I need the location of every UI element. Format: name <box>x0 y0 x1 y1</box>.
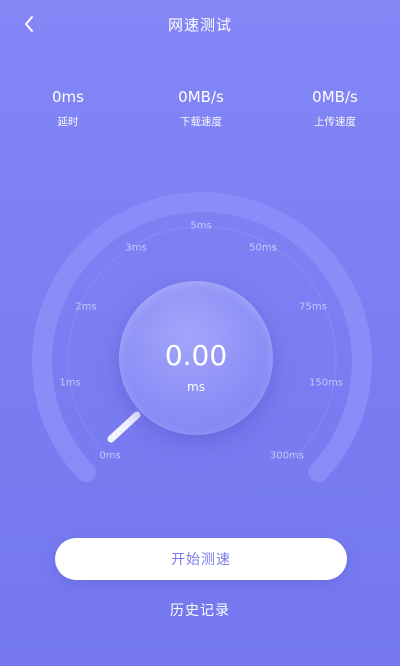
download-value: 0MB/s <box>178 88 224 106</box>
speed-reading: 0.00 <box>164 339 228 372</box>
speed-unit: ms <box>187 380 205 394</box>
download-label: 下载速度 <box>180 116 222 128</box>
stats-row: 0ms 延时 0MB/s 下载速度 0MB/s 上传速度 <box>0 88 400 138</box>
tick-label: 75ms <box>299 301 327 313</box>
tick-label: 300ms <box>269 450 305 462</box>
gauge-needle <box>107 411 141 443</box>
tick-label: 150ms <box>308 377 344 389</box>
tick-label: 2ms <box>75 301 97 313</box>
tick-label: 50ms <box>249 242 277 254</box>
tick-label: 1ms <box>59 377 81 389</box>
upload-label: 上传速度 <box>314 116 356 128</box>
download-stat: 0MB/s 下载速度 <box>146 88 256 129</box>
page-title: 网速测试 <box>167 16 232 34</box>
upload-value: 0MB/s <box>312 88 358 106</box>
latency-value: 0ms <box>52 88 84 106</box>
tick-label: 0ms <box>99 450 121 462</box>
history-link[interactable]: 历史记录 <box>0 600 400 620</box>
tick-label: 3ms <box>125 242 147 254</box>
latency-stat: 0ms 延时 <box>13 88 123 129</box>
start-test-button[interactable]: 开始测速 <box>55 538 347 580</box>
tick-label: 5ms <box>190 220 212 232</box>
header: 网速测试 <box>0 0 400 48</box>
upload-stat: 0MB/s 上传速度 <box>280 88 390 129</box>
latency-label: 延时 <box>57 116 79 128</box>
